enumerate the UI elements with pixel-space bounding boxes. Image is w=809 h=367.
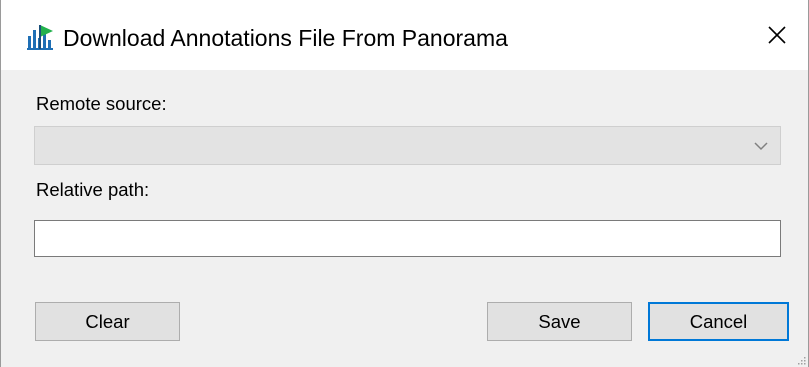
- window-title: Download Annotations File From Panorama: [63, 25, 508, 51]
- remote-source-dropdown[interactable]: [34, 126, 781, 165]
- save-button[interactable]: Save: [487, 302, 632, 341]
- title-bar: Download Annotations File From Panorama: [1, 0, 808, 70]
- remote-source-label: Remote source:: [36, 93, 167, 114]
- download-annotations-dialog: Download Annotations File From Panorama …: [0, 0, 809, 367]
- relative-path-input[interactable]: [34, 220, 781, 257]
- clear-button[interactable]: Clear: [35, 302, 180, 341]
- relative-path-label: Relative path:: [36, 179, 150, 200]
- chevron-down-icon: [754, 142, 768, 151]
- cancel-button[interactable]: Cancel: [648, 302, 789, 341]
- close-button[interactable]: [746, 0, 808, 70]
- resize-grip-icon[interactable]: [796, 355, 806, 365]
- close-icon: [768, 26, 786, 44]
- skyline-app-icon: [27, 25, 53, 50]
